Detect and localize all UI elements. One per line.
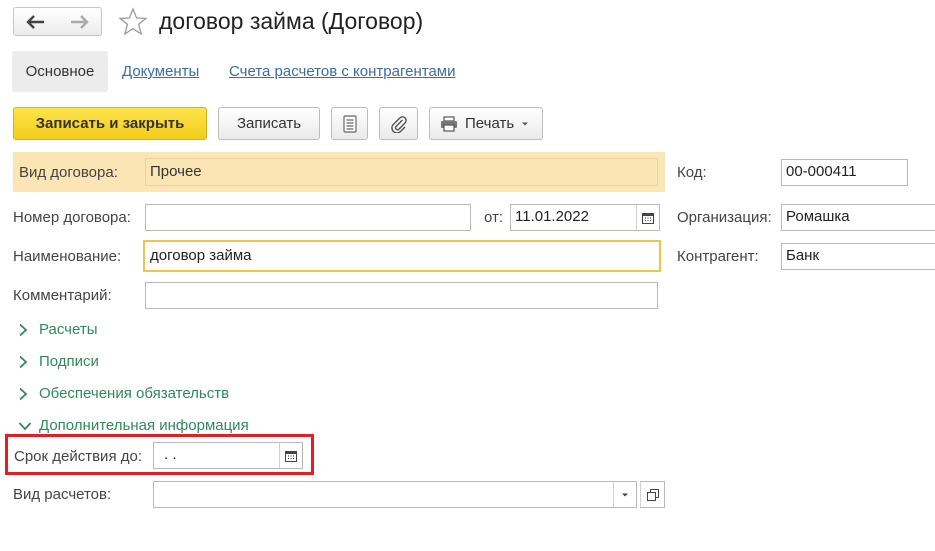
- chevron-right-icon: [18, 387, 34, 401]
- attach-button[interactable]: [379, 107, 418, 140]
- counterparty-label: Контрагент:: [677, 248, 759, 265]
- group-settlements[interactable]: Расчеты: [18, 321, 98, 338]
- group-label: Расчеты: [39, 321, 98, 338]
- group-label: Подписи: [39, 353, 99, 370]
- list-button[interactable]: [331, 107, 368, 140]
- organization-field[interactable]: Ромашка: [781, 204, 935, 231]
- date-calendar-button[interactable]: [636, 204, 660, 231]
- contract-type-label: Вид договора:: [19, 164, 118, 181]
- settlement-type-dropdown-button[interactable]: [613, 481, 637, 508]
- name-field[interactable]: договор займа: [143, 240, 661, 272]
- chevron-right-icon: [18, 355, 34, 369]
- group-collateral[interactable]: Обеспечения обязательств: [18, 385, 229, 402]
- favorite-button[interactable]: [118, 7, 148, 40]
- tab-documents[interactable]: Документы: [122, 63, 199, 80]
- code-field[interactable]: 00-000411: [781, 159, 908, 186]
- calendar-icon: [285, 450, 297, 462]
- back-button[interactable]: [13, 7, 58, 36]
- calendar-icon: [642, 212, 654, 224]
- number-label: Номер договора:: [13, 209, 131, 226]
- number-field[interactable]: [145, 204, 471, 231]
- arrow-left-icon: [25, 14, 44, 29]
- group-additional-info[interactable]: Дополнительная информация: [18, 417, 249, 434]
- tab-accounts[interactable]: Счета расчетов с контрагентами: [229, 63, 455, 80]
- caret-down-icon: [522, 122, 529, 125]
- open-window-icon: [646, 488, 659, 501]
- settlement-type-label: Вид расчетов:: [13, 486, 112, 503]
- list-icon: [342, 114, 357, 133]
- date-label: от:: [484, 209, 504, 226]
- name-label: Наименование:: [13, 248, 122, 265]
- group-label: Обеспечения обязательств: [39, 385, 230, 402]
- code-label: Код:: [677, 164, 707, 181]
- valid-until-label: Срок действия до:: [14, 448, 142, 465]
- comment-label: Комментарий:: [13, 287, 112, 304]
- page-title: договор займа (Договор): [159, 8, 424, 34]
- save-and-close-button[interactable]: Записать и закрыть: [13, 107, 207, 140]
- print-button[interactable]: Печать: [429, 107, 543, 140]
- settlement-type-open-button[interactable]: [640, 481, 665, 508]
- chevron-right-icon: [18, 323, 34, 337]
- printer-icon: [441, 115, 457, 132]
- chevron-down-icon: [18, 421, 34, 431]
- paperclip-icon: [390, 115, 407, 133]
- date-field[interactable]: 11.01.2022: [510, 204, 637, 231]
- caret-down-icon: [622, 493, 628, 496]
- star-icon: [118, 7, 148, 36]
- group-signatures[interactable]: Подписи: [18, 353, 99, 370]
- valid-until-field[interactable]: . .: [153, 442, 280, 469]
- group-label: Дополнительная информация: [39, 417, 249, 434]
- contract-type-field[interactable]: Прочее: [145, 158, 658, 186]
- counterparty-field[interactable]: Банк: [781, 243, 935, 270]
- arrow-right-icon: [71, 14, 89, 29]
- organization-label: Организация:: [677, 209, 772, 226]
- valid-until-calendar-button[interactable]: [279, 442, 303, 469]
- comment-field[interactable]: [145, 282, 658, 309]
- save-button[interactable]: Записать: [218, 107, 320, 140]
- settlement-type-field[interactable]: [153, 481, 614, 508]
- print-label: Печать: [465, 115, 515, 132]
- forward-button[interactable]: [57, 7, 102, 36]
- tab-main[interactable]: Основное: [12, 51, 108, 92]
